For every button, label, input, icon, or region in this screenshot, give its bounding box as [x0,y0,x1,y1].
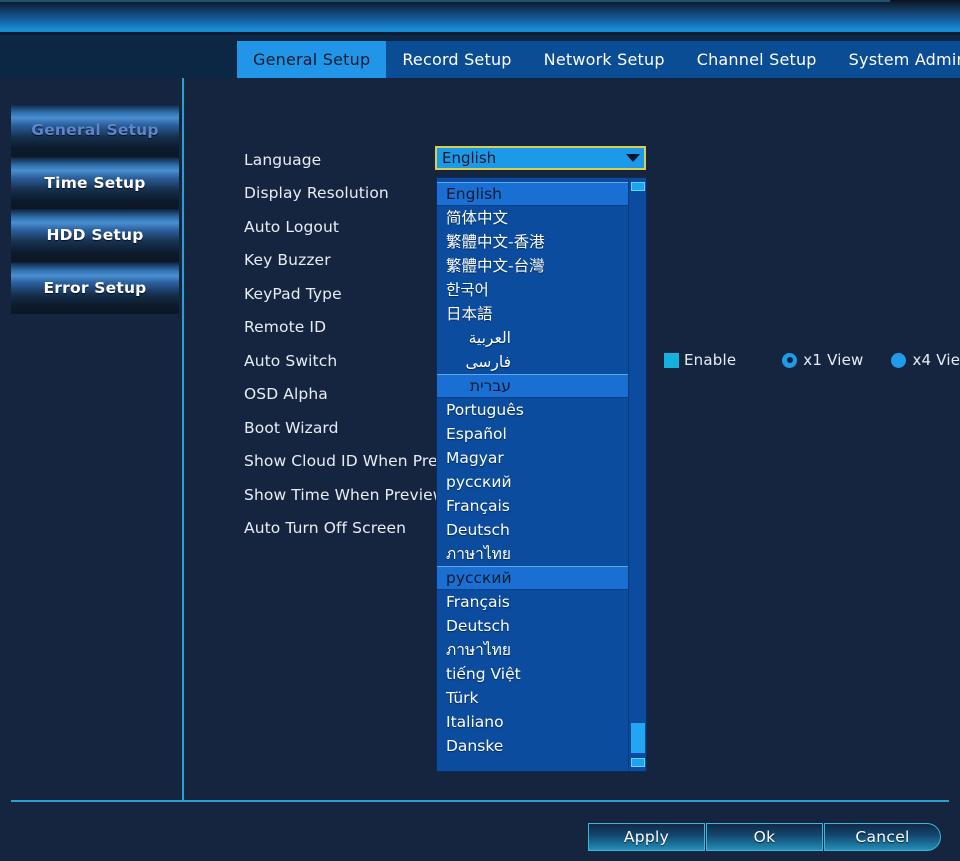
language-option[interactable]: فارسی [437,350,629,374]
sidebar-item-error-setup[interactable]: Error Setup [11,261,179,314]
auto-switch-controls: Enable x1 View x4 View [664,349,960,371]
sidebar: General Setup Time Setup HDD Setup Error… [11,104,184,322]
label-osd-alpha: OSD Alpha [244,385,328,404]
language-option[interactable]: русский [437,566,629,590]
sidebar-item-label: General Setup [31,121,159,140]
cancel-button[interactable]: Cancel [824,823,941,851]
title-bar [0,0,960,32]
chevron-down-icon[interactable] [622,148,644,168]
tab-label: General Setup [253,50,371,69]
tab-general-setup[interactable]: General Setup [237,41,387,78]
language-option[interactable]: 繁體中文-香港 [437,230,629,254]
ok-button[interactable]: Ok [706,823,823,851]
language-option[interactable]: 한국어 [437,278,629,302]
language-option[interactable]: Magyar [437,446,629,470]
tab-channel-setup[interactable]: Channel Setup [680,41,833,78]
language-option[interactable]: Português [437,398,629,422]
tab-label: Record Setup [402,50,512,69]
sidebar-item-label: Time Setup [44,173,146,192]
language-option[interactable]: tiếng Việt [437,662,629,686]
sidebar-item-general-setup[interactable]: General Setup [11,104,179,157]
language-option[interactable]: русский [437,470,629,494]
enable-checkbox-group[interactable]: Enable [664,351,736,369]
language-option[interactable]: Deutsch [437,518,629,542]
language-option[interactable]: Danske [437,734,629,758]
enable-label: Enable [684,351,737,369]
apply-button[interactable]: Apply [588,823,705,851]
language-dropdown-list[interactable]: English 简体中文 繁體中文-香港 繁體中文-台灣 한국어 日本語 العربية فا… [436,177,647,772]
tab-strip: General Setup Record Setup Network Setup… [0,32,960,78]
view-x4-radio-group[interactable]: x4 View [891,351,960,369]
scrollbar-thumb[interactable] [631,723,645,753]
label-keypad-type: KeyPad Type [244,284,342,303]
footer-button-bar: Apply Ok Cancel [0,818,960,861]
tab-record-setup[interactable]: Record Setup [386,41,528,78]
language-option[interactable]: Français [437,590,629,614]
language-combobox-value: English [442,149,497,167]
language-option[interactable]: Español [437,422,629,446]
tab-list: General Setup Record Setup Network Setup… [237,41,960,78]
language-combobox[interactable]: English [435,146,646,170]
tab-label: Network Setup [543,50,665,69]
view-x4-label: x4 View [912,351,960,369]
language-option[interactable]: ภาษาไทย [437,542,629,566]
enable-checkbox[interactable] [664,352,679,368]
language-option[interactable]: ภาษาไทย [437,638,629,662]
sidebar-item-hdd-setup[interactable]: HDD Setup [11,209,179,262]
title-bar-highlight [0,0,890,2]
content-area: General Setup Time Setup HDD Setup Error… [0,78,960,861]
sidebar-item-time-setup[interactable]: Time Setup [11,156,179,209]
view-x1-radio[interactable] [782,352,798,368]
language-option[interactable]: עברית [437,374,629,398]
label-show-time-when-preview: Show Time When Preview [244,485,446,504]
sidebar-item-label: Error Setup [43,278,147,297]
language-option[interactable]: العربية [437,326,629,350]
language-option-list: English 简体中文 繁體中文-香港 繁體中文-台灣 한국어 日本語 العربية فا… [437,178,629,758]
view-x1-label: x1 View [803,351,864,369]
label-remote-id: Remote ID [244,318,327,337]
dropdown-scrollbar[interactable] [628,178,646,771]
language-option[interactable]: Italiano [437,710,629,734]
label-auto-logout: Auto Logout [244,217,340,236]
label-display-resolution: Display Resolution [244,184,389,203]
tab-system-admin[interactable]: System Admin [832,41,960,78]
language-option[interactable]: 繁體中文-台灣 [437,254,629,278]
tab-label: System Admin [848,50,960,69]
settings-label-column: Language Display Resolution Auto Logout … [244,143,474,545]
view-x4-radio[interactable] [891,352,907,368]
language-option[interactable]: Deutsch [437,614,629,638]
scroll-down-button[interactable] [631,758,645,767]
label-language: Language [244,150,322,169]
language-option[interactable]: 简体中文 [437,206,629,230]
panel-horizontal-divider [11,800,949,802]
language-option[interactable]: Français [437,494,629,518]
label-show-cloud-id-when-preview: Show Cloud ID When Preview [244,452,474,471]
sidebar-item-label: HDD Setup [46,226,144,245]
label-key-buzzer: Key Buzzer [244,251,331,270]
label-boot-wizard: Boot Wizard [244,418,339,437]
label-auto-switch: Auto Switch [244,351,338,370]
language-option[interactable]: 日本語 [437,302,629,326]
language-option[interactable]: English [437,182,629,206]
language-option[interactable]: Türk [437,686,629,710]
tab-network-setup[interactable]: Network Setup [527,41,681,78]
label-auto-turn-off-screen: Auto Turn Off Screen [244,519,407,538]
tab-label: Channel Setup [696,50,817,69]
panel-vertical-divider [182,78,184,801]
tab-strip-rule [0,32,960,35]
scroll-up-button[interactable] [631,182,645,191]
view-x1-radio-group[interactable]: x1 View [782,351,863,369]
